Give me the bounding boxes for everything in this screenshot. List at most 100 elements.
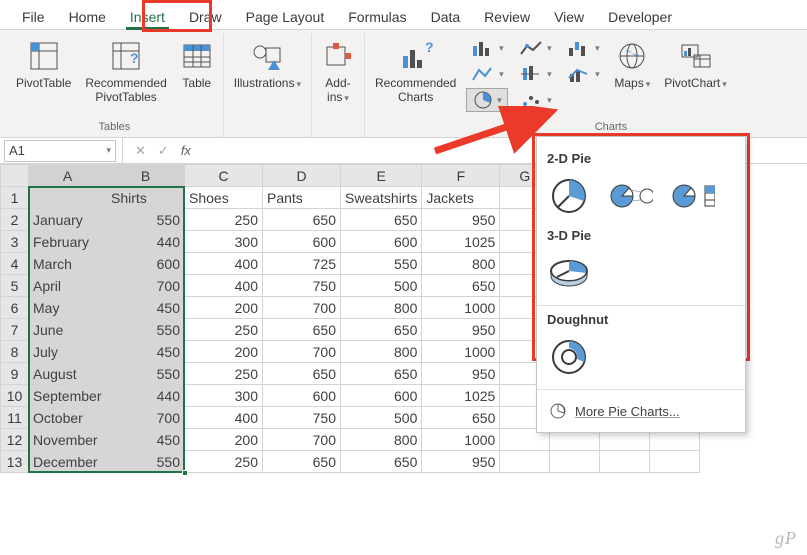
cell-C13[interactable]: 250 xyxy=(185,451,263,473)
addins-button[interactable]: Add- ins▾ xyxy=(318,36,358,131)
cell-B6[interactable]: 450 xyxy=(107,297,185,319)
cell-F7[interactable]: 950 xyxy=(422,319,500,341)
cell-D6[interactable]: 700 xyxy=(263,297,341,319)
row-header-2[interactable]: 2 xyxy=(1,209,29,231)
cell-A10[interactable]: September xyxy=(29,385,107,407)
cell-F11[interactable]: 650 xyxy=(422,407,500,429)
tab-draw[interactable]: Draw xyxy=(177,3,234,29)
cell-B12[interactable]: 450 xyxy=(107,429,185,451)
bar-of-pie-option[interactable] xyxy=(671,174,715,218)
cell-B2[interactable]: 550 xyxy=(107,209,185,231)
cell-D2[interactable]: 650 xyxy=(263,209,341,231)
cell-D1[interactable]: Pants xyxy=(263,187,341,209)
cell-D13[interactable]: 650 xyxy=(263,451,341,473)
row-header-5[interactable]: 5 xyxy=(1,275,29,297)
cell-F3[interactable]: 1025 xyxy=(422,231,500,253)
pie-3d-option[interactable] xyxy=(547,251,591,295)
cell-D4[interactable]: 725 xyxy=(263,253,341,275)
tab-home[interactable]: Home xyxy=(57,3,118,29)
cell-C11[interactable]: 400 xyxy=(185,407,263,429)
cell-F1[interactable]: Jackets xyxy=(422,187,500,209)
tab-file[interactable]: File xyxy=(10,3,57,29)
cell-C10[interactable]: 300 xyxy=(185,385,263,407)
cell-E12[interactable]: 800 xyxy=(341,429,422,451)
cell-E3[interactable]: 600 xyxy=(341,231,422,253)
row-header-7[interactable]: 7 xyxy=(1,319,29,341)
cell-F8[interactable]: 1000 xyxy=(422,341,500,363)
doughnut-option[interactable] xyxy=(547,335,591,379)
cell-E1[interactable]: Sweatshirts xyxy=(341,187,422,209)
row-header-9[interactable]: 9 xyxy=(1,363,29,385)
column-header-D[interactable]: D xyxy=(263,165,341,187)
tab-view[interactable]: View xyxy=(542,3,596,29)
row-header-1[interactable]: 1 xyxy=(1,187,29,209)
cell-A7[interactable]: June xyxy=(29,319,107,341)
tab-page-layout[interactable]: Page Layout xyxy=(234,3,337,29)
row-header-12[interactable]: 12 xyxy=(1,429,29,451)
cell-A2[interactable]: January xyxy=(29,209,107,231)
cell-G13[interactable] xyxy=(500,451,550,473)
cell-B11[interactable]: 700 xyxy=(107,407,185,429)
cell-E11[interactable]: 500 xyxy=(341,407,422,429)
row-header-4[interactable]: 4 xyxy=(1,253,29,275)
cell-C5[interactable]: 400 xyxy=(185,275,263,297)
cell-D9[interactable]: 650 xyxy=(263,363,341,385)
tab-insert[interactable]: Insert xyxy=(118,3,177,29)
cell-A4[interactable]: March xyxy=(29,253,107,275)
row-header-6[interactable]: 6 xyxy=(1,297,29,319)
cell-B3[interactable]: 440 xyxy=(107,231,185,253)
cell-F4[interactable]: 800 xyxy=(422,253,500,275)
cell-A8[interactable]: July xyxy=(29,341,107,363)
cell-D3[interactable]: 600 xyxy=(263,231,341,253)
cell-I13[interactable] xyxy=(600,451,650,473)
row-header-3[interactable]: 3 xyxy=(1,231,29,253)
pivottable-button[interactable]: PivotTable xyxy=(12,36,75,119)
cell-D10[interactable]: 600 xyxy=(263,385,341,407)
line-chart-button[interactable]: ▾ xyxy=(514,36,556,60)
cell-D11[interactable]: 750 xyxy=(263,407,341,429)
tab-review[interactable]: Review xyxy=(472,3,542,29)
cell-B8[interactable]: 450 xyxy=(107,341,185,363)
cell-F13[interactable]: 950 xyxy=(422,451,500,473)
scatter-chart-button[interactable]: ▾ xyxy=(514,88,556,112)
more-pie-charts[interactable]: More Pie Charts... xyxy=(547,396,735,426)
column-header-E[interactable]: E xyxy=(341,165,422,187)
cell-A5[interactable]: April xyxy=(29,275,107,297)
cell-F6[interactable]: 1000 xyxy=(422,297,500,319)
cell-D8[interactable]: 700 xyxy=(263,341,341,363)
cell-C4[interactable]: 400 xyxy=(185,253,263,275)
cell-C12[interactable]: 200 xyxy=(185,429,263,451)
column-header-B[interactable]: B xyxy=(107,165,185,187)
pie-chart-button[interactable]: ▾ xyxy=(466,88,508,112)
cell-B5[interactable]: 700 xyxy=(107,275,185,297)
cell-F5[interactable]: 650 xyxy=(422,275,500,297)
cell-E6[interactable]: 800 xyxy=(341,297,422,319)
cell-E10[interactable]: 600 xyxy=(341,385,422,407)
pivotchart-button[interactable]: PivotChart▾ xyxy=(660,36,731,119)
recommended-charts-button[interactable]: ? Recommended Charts xyxy=(371,36,460,119)
tab-developer[interactable]: Developer xyxy=(596,3,684,29)
cell-H13[interactable] xyxy=(550,451,600,473)
cell-D5[interactable]: 750 xyxy=(263,275,341,297)
cell-C1[interactable]: Shoes xyxy=(185,187,263,209)
cell-D7[interactable]: 650 xyxy=(263,319,341,341)
maps-button[interactable]: Maps▾ xyxy=(610,36,654,119)
cell-E13[interactable]: 650 xyxy=(341,451,422,473)
cell-B9[interactable]: 550 xyxy=(107,363,185,385)
pie-2d-option[interactable] xyxy=(547,174,591,218)
cell-A12[interactable]: November xyxy=(29,429,107,451)
cell-F10[interactable]: 1025 xyxy=(422,385,500,407)
cell-C2[interactable]: 250 xyxy=(185,209,263,231)
fx-icon[interactable]: fx xyxy=(175,143,197,158)
cell-C6[interactable]: 200 xyxy=(185,297,263,319)
cell-A1[interactable] xyxy=(29,187,107,209)
cell-C7[interactable]: 250 xyxy=(185,319,263,341)
row-header-8[interactable]: 8 xyxy=(1,341,29,363)
tab-data[interactable]: Data xyxy=(419,3,473,29)
column-chart-button[interactable]: ▾ xyxy=(466,36,508,60)
column-header-F[interactable]: F xyxy=(422,165,500,187)
table-button[interactable]: Table xyxy=(177,36,217,119)
pie-of-pie-option[interactable] xyxy=(609,174,653,218)
name-box-dropdown-icon[interactable]: ▾ xyxy=(106,145,111,156)
cell-C3[interactable]: 300 xyxy=(185,231,263,253)
